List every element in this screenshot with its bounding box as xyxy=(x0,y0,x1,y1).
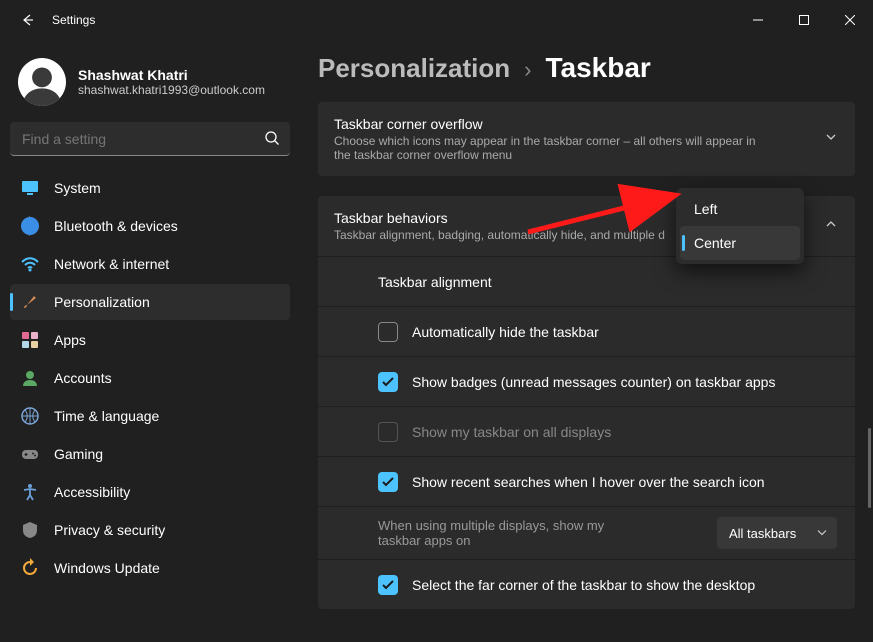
search-input[interactable] xyxy=(10,122,290,156)
sidebar-item-label: Accessibility xyxy=(54,484,130,500)
sidebar-item-system[interactable]: System xyxy=(10,170,290,206)
sidebar-item-label: Network & internet xyxy=(54,256,169,272)
row-label: Show recent searches when I hover over t… xyxy=(412,474,765,490)
chevron-down-icon xyxy=(817,526,827,541)
panel-subtitle: Taskbar alignment, badging, automaticall… xyxy=(334,228,665,242)
row-label: Automatically hide the taskbar xyxy=(412,324,599,340)
check-icon xyxy=(381,475,395,489)
panel-taskbar-overflow[interactable]: Taskbar corner overflow Choose which ico… xyxy=(318,102,855,176)
chevron-down-icon xyxy=(825,130,837,148)
brush-icon xyxy=(20,292,40,312)
sidebar-item-apps[interactable]: Apps xyxy=(10,322,290,358)
row-label: Select the far corner of the taskbar to … xyxy=(412,577,755,593)
nav-list: System Bluetooth & devices Network & inter… xyxy=(10,170,290,586)
checkbox-farcorner[interactable] xyxy=(378,575,398,595)
sidebar-item-network-internet[interactable]: Network & internet xyxy=(10,246,290,282)
row-recentsearch[interactable]: Show recent searches when I hover over t… xyxy=(318,456,855,506)
person-icon xyxy=(20,62,64,106)
sidebar-item-time-language[interactable]: Time & language xyxy=(10,398,290,434)
main-content: Personalization › Taskbar Taskbar corner… xyxy=(300,40,873,642)
checkbox-badges[interactable] xyxy=(378,372,398,392)
checkbox-autohide[interactable] xyxy=(378,322,398,342)
maximize-button[interactable] xyxy=(781,4,827,36)
sidebar-item-privacy-security[interactable]: Privacy & security xyxy=(10,512,290,548)
sidebar-item-label: System xyxy=(54,180,101,196)
sidebar-item-label: Privacy & security xyxy=(54,522,165,538)
dropdown-multidisplay[interactable]: All taskbars xyxy=(717,517,837,549)
sidebar-item-label: Personalization xyxy=(54,294,150,310)
chevron-up-icon xyxy=(825,217,837,235)
clock-globe-icon xyxy=(20,406,40,426)
sidebar-item-personalization[interactable]: Personalization xyxy=(10,284,290,320)
alignment-dropdown-popup: Left Center xyxy=(676,188,804,264)
window-title: Settings xyxy=(52,13,95,27)
monitor-icon xyxy=(20,178,40,198)
breadcrumb-parent[interactable]: Personalization xyxy=(318,53,510,84)
accessibility-icon xyxy=(20,482,40,502)
shield-icon xyxy=(20,520,40,540)
sidebar-item-bluetooth-devices[interactable]: Bluetooth & devices xyxy=(10,208,290,244)
sidebar-item-label: Bluetooth & devices xyxy=(54,218,178,234)
row-label: When using multiple displays, show my ta… xyxy=(378,518,628,548)
apps-icon xyxy=(20,330,40,350)
wifi-icon xyxy=(20,254,40,274)
sidebar-item-windows-update[interactable]: Windows Update xyxy=(10,550,290,586)
row-badges[interactable]: Show badges (unread messages counter) on… xyxy=(318,356,855,406)
dropdown-value: All taskbars xyxy=(729,526,796,541)
window-controls xyxy=(735,4,873,36)
checkbox-recentsearch[interactable] xyxy=(378,472,398,492)
profile-block[interactable]: Shashwat Khatri shashwat.khatri1993@outl… xyxy=(10,50,290,122)
sidebar: Shashwat Khatri shashwat.khatri1993@outl… xyxy=(0,40,300,642)
row-autohide[interactable]: Automatically hide the taskbar xyxy=(318,306,855,356)
scrollbar[interactable] xyxy=(868,428,871,508)
search-box xyxy=(10,122,290,156)
check-icon xyxy=(381,375,395,389)
bluetooth-icon xyxy=(20,216,40,236)
avatar xyxy=(18,58,66,106)
search-icon xyxy=(264,130,280,151)
back-button[interactable] xyxy=(12,4,44,36)
panel-subtitle: Choose which icons may appear in the tas… xyxy=(334,134,774,162)
sidebar-item-label: Time & language xyxy=(54,408,159,424)
panel-title: Taskbar corner overflow xyxy=(334,116,774,132)
profile-email: shashwat.khatri1993@outlook.com xyxy=(78,83,265,97)
sidebar-item-label: Gaming xyxy=(54,446,103,462)
row-label: Show badges (unread messages counter) on… xyxy=(412,374,775,390)
breadcrumb-current: Taskbar xyxy=(545,52,650,84)
profile-name: Shashwat Khatri xyxy=(78,67,265,83)
titlebar: Settings xyxy=(0,0,873,40)
check-icon xyxy=(381,578,395,592)
profile-text: Shashwat Khatri shashwat.khatri1993@outl… xyxy=(78,67,265,97)
sidebar-item-accessibility[interactable]: Accessibility xyxy=(10,474,290,510)
person-icon xyxy=(20,368,40,388)
gamepad-icon xyxy=(20,444,40,464)
popup-option-left[interactable]: Left xyxy=(680,192,800,226)
update-icon xyxy=(20,558,40,578)
close-button[interactable] xyxy=(827,4,873,36)
row-multidisplay: When using multiple displays, show my ta… xyxy=(318,506,855,559)
back-arrow-icon xyxy=(20,12,36,28)
maximize-icon xyxy=(799,15,809,25)
sidebar-item-label: Apps xyxy=(54,332,86,348)
sidebar-item-label: Accounts xyxy=(54,370,112,386)
minimize-icon xyxy=(753,15,763,25)
breadcrumb: Personalization › Taskbar xyxy=(318,52,855,84)
sidebar-item-label: Windows Update xyxy=(54,560,160,576)
sidebar-item-gaming[interactable]: Gaming xyxy=(10,436,290,472)
sidebar-item-accounts[interactable]: Accounts xyxy=(10,360,290,396)
row-farcorner[interactable]: Select the far corner of the taskbar to … xyxy=(318,559,855,609)
close-icon xyxy=(845,15,855,25)
popup-option-center[interactable]: Center xyxy=(680,226,800,260)
row-label: Show my taskbar on all displays xyxy=(412,424,611,440)
row-alldisplays[interactable]: Show my taskbar on all displays xyxy=(318,406,855,456)
panel-title: Taskbar behaviors xyxy=(334,210,665,226)
row-label: Taskbar alignment xyxy=(378,274,492,290)
checkbox-alldisplays[interactable] xyxy=(378,422,398,442)
chevron-right-icon: › xyxy=(524,57,531,83)
minimize-button[interactable] xyxy=(735,4,781,36)
